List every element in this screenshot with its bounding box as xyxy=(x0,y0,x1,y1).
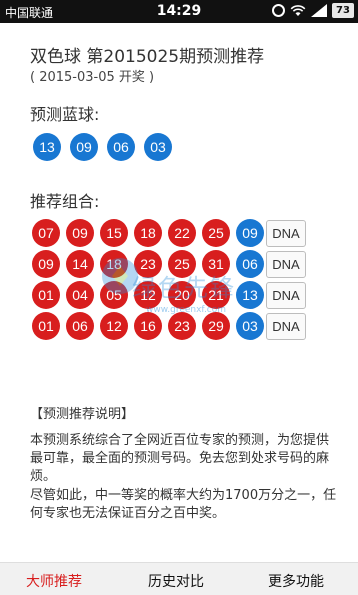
status-icons: 73 xyxy=(272,3,354,18)
red-ball: 15 xyxy=(100,219,128,247)
blue-ball: 13 xyxy=(33,133,61,161)
nav-more-features[interactable]: 更多功能 xyxy=(268,571,324,591)
nav-history-compare[interactable]: 历史对比 xyxy=(148,571,204,591)
draw-date: ( 2015-03-05 开奖 ) xyxy=(30,70,155,85)
blue-ball: 06 xyxy=(107,133,135,161)
dna-button[interactable]: DNA xyxy=(266,220,306,247)
red-ball: 06 xyxy=(66,312,94,340)
red-ball: 22 xyxy=(168,219,196,247)
explanation-title: 【预测推荐说明】 xyxy=(30,407,135,422)
red-ball: 25 xyxy=(202,219,230,247)
red-ball: 01 xyxy=(32,312,60,340)
red-ball: 09 xyxy=(32,250,60,278)
page-title: 双色球 第2015025期预测推荐 xyxy=(30,47,265,67)
explanation-paragraph-2: 尽管如此，中一等奖的概率大约为1700万分之一，任何专家也无法保证百分之百中奖。 xyxy=(30,488,337,521)
watermark-url: www.greenxf.com xyxy=(146,305,227,315)
blue-ball-label: 预测蓝球: xyxy=(30,105,100,124)
battery-icon: 73 xyxy=(332,3,354,18)
wifi-icon xyxy=(290,4,306,16)
combination-label: 推荐组合: xyxy=(30,192,100,211)
blue-ball: 09 xyxy=(70,133,98,161)
blue-ball: 03 xyxy=(144,133,172,161)
watermark-text: 绿色先锋 xyxy=(132,274,236,302)
explanation-paragraph-1: 本预测系统综合了全网近百位专家的预测，为您提供最可靠，最全面的预测号码。免去您到… xyxy=(30,433,330,484)
alarm-icon xyxy=(272,4,285,17)
status-bar: 中国联通 14:29 73 xyxy=(0,0,358,23)
blue-ball: 09 xyxy=(236,219,264,247)
red-ball: 07 xyxy=(32,219,60,247)
signal-icon xyxy=(311,4,327,17)
red-ball: 14 xyxy=(66,250,94,278)
red-ball: 09 xyxy=(66,219,94,247)
nav-master-recommend[interactable]: 大师推荐 xyxy=(26,571,82,591)
red-ball: 04 xyxy=(66,281,94,309)
red-ball: 18 xyxy=(134,219,162,247)
red-ball: 01 xyxy=(32,281,60,309)
bottom-nav: 大师推荐 历史对比 更多功能 xyxy=(0,562,358,595)
